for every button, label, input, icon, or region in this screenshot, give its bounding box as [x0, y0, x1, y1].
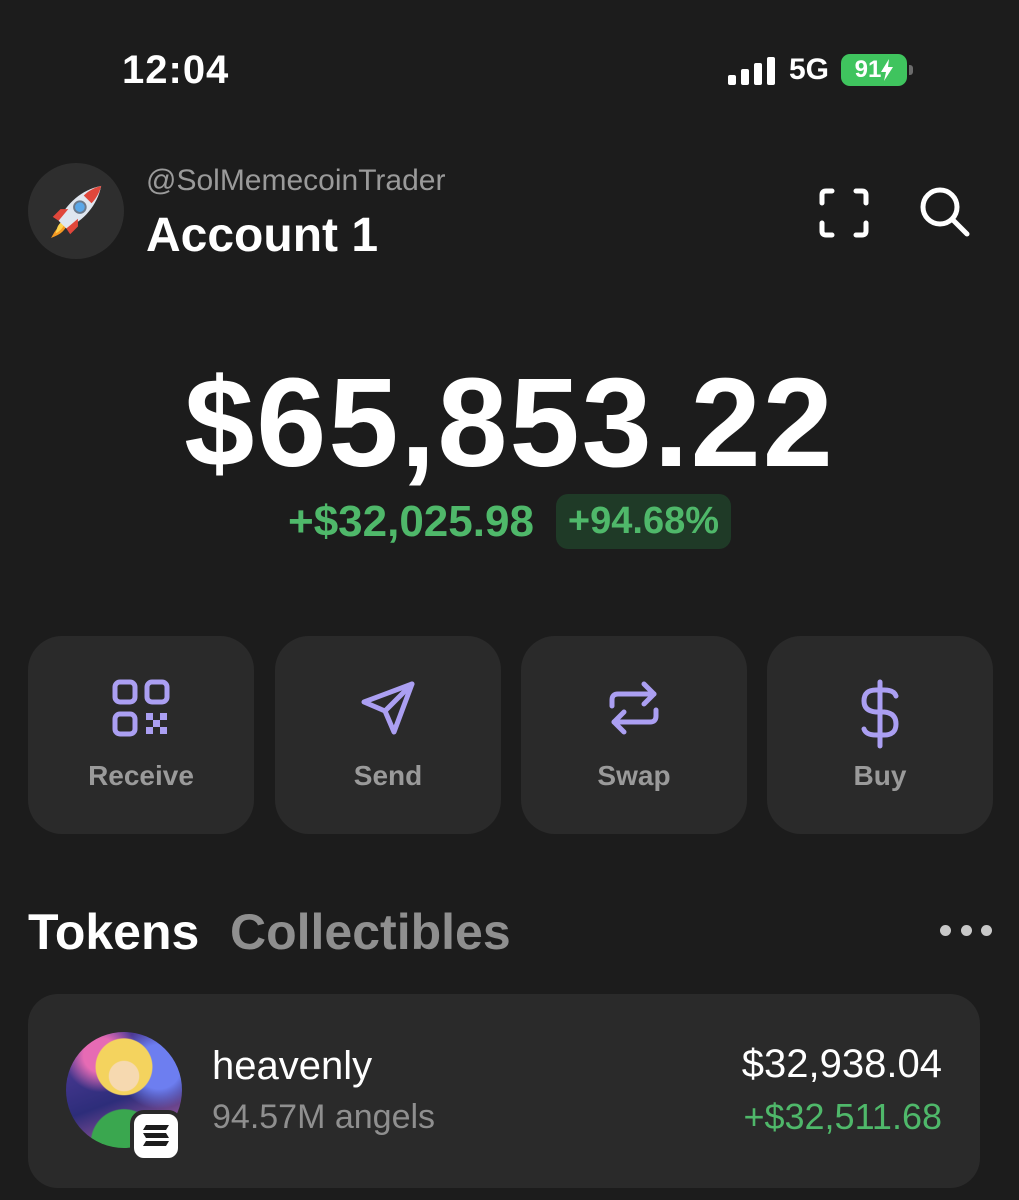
battery-level: 91 — [854, 56, 882, 83]
status-indicators: 5G 91 — [728, 52, 914, 88]
receive-button[interactable]: Receive — [28, 636, 254, 834]
buy-button[interactable]: Buy — [767, 636, 993, 834]
scan-button[interactable] — [814, 183, 874, 243]
tab-collectibles[interactable]: Collectibles — [230, 903, 511, 961]
qr-code-icon — [112, 679, 170, 737]
search-button[interactable] — [914, 181, 974, 241]
send-button[interactable]: Send — [275, 636, 501, 834]
account-avatar[interactable] — [28, 163, 124, 259]
receive-label: Receive — [88, 760, 194, 791]
dollar-icon — [861, 679, 899, 749]
token-row[interactable]: heavenly 94.57M angels $32,938.04 +$32,5… — [28, 994, 980, 1188]
solana-icon — [143, 1125, 169, 1146]
status-time: 12:04 — [122, 48, 230, 92]
account-handle: @SolMemecoinTrader — [146, 164, 446, 197]
send-label: Send — [353, 760, 423, 791]
swap-button[interactable]: Swap — [521, 636, 747, 834]
scan-icon — [819, 188, 869, 238]
buy-label: Buy — [853, 760, 907, 791]
rocket-icon — [50, 185, 102, 239]
token-name: heavenly — [212, 1044, 373, 1088]
token-value: $32,938.04 — [741, 1042, 942, 1086]
search-icon — [920, 187, 970, 237]
solana-chain-badge — [130, 1110, 182, 1162]
total-balance: $65,853.22 — [184, 352, 835, 493]
account-name[interactable]: Account 1 — [146, 208, 378, 263]
signal-strength-icon — [728, 55, 775, 85]
swap-label: Swap — [597, 760, 671, 791]
balance-change-row: +$32,025.98 +94.68% — [0, 494, 1019, 549]
charging-bolt-icon — [881, 59, 894, 81]
network-label: 5G — [789, 53, 830, 86]
token-change: +$32,511.68 — [743, 1096, 942, 1137]
send-icon — [361, 681, 415, 735]
wallet-screen: 12:04 5G 91 @SolMemecoinTrader Account 1 — [0, 0, 1019, 1200]
balance-change-amount: +$32,025.98 — [288, 496, 534, 546]
battery-indicator: 91 — [841, 54, 914, 86]
more-options-icon[interactable] — [940, 916, 992, 944]
token-amount: 94.57M angels — [212, 1098, 436, 1136]
swap-icon — [609, 681, 659, 735]
tab-tokens[interactable]: Tokens — [28, 903, 199, 961]
balance-change-percent-badge: +94.68% — [555, 494, 731, 549]
